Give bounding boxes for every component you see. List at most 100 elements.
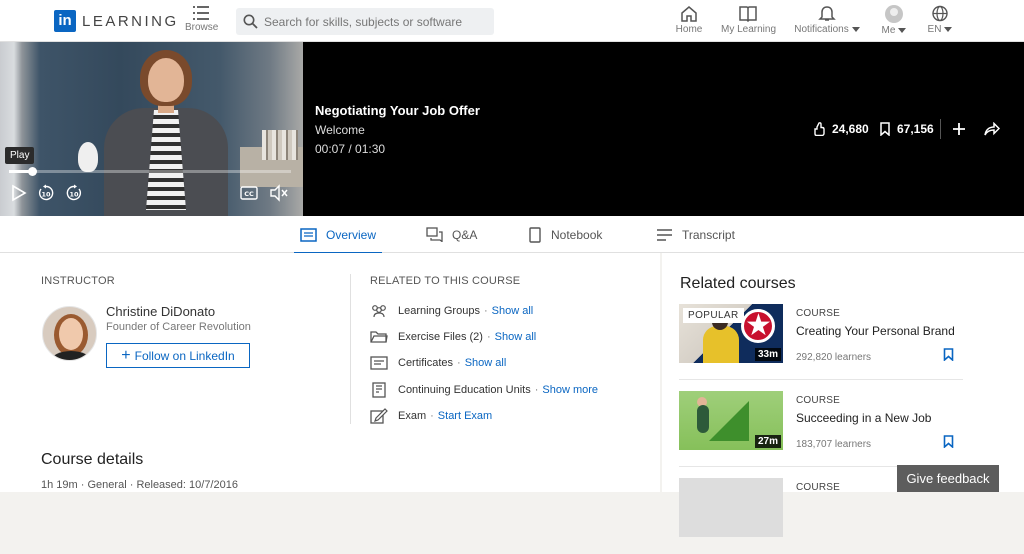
course-title: Negotiating Your Job Offer (315, 103, 480, 118)
video-frame[interactable]: Play 10 10 CC (0, 42, 303, 216)
clap-icon (814, 122, 825, 136)
course-type-label: COURSE (796, 482, 840, 493)
related-course-card[interactable]: ★ POPULAR 33m COURSE Creating Your Perso… (679, 304, 963, 380)
course-duration-badge: 27m (754, 435, 781, 448)
home-icon (681, 6, 697, 22)
column-divider (350, 274, 351, 424)
course-meta: 1h 19m · General · Released: 10/7/2016 (41, 479, 238, 491)
tab-overview-label: Overview (326, 227, 377, 242)
bookmark-icon[interactable] (943, 435, 954, 448)
instructor-avatar[interactable] (42, 306, 97, 361)
course-thumbnail[interactable]: ★ POPULAR 33m (679, 304, 783, 363)
like-button[interactable]: 24,680 (812, 122, 869, 136)
save-button[interactable]: 67,156 (879, 122, 934, 136)
add-icon[interactable] (952, 122, 966, 136)
tab-qa[interactable]: Q&A (426, 216, 477, 253)
chevron-down-icon (851, 26, 860, 32)
course-title-link[interactable]: Creating Your Personal Brand (796, 324, 955, 338)
pencil-icon (370, 408, 388, 424)
browse-button[interactable]: Browse (185, 6, 219, 33)
globe-icon (932, 5, 948, 22)
tab-transcript[interactable]: Transcript (656, 216, 735, 253)
bookmark-icon (880, 122, 890, 136)
folder-icon (370, 331, 388, 343)
divider (940, 119, 941, 139)
book-icon (739, 6, 757, 22)
related-row-label: Learning Groups (398, 305, 480, 317)
course-title-link[interactable]: Succeeding in a New Job (796, 411, 931, 425)
ceu-show-more-link[interactable]: Show more (542, 384, 598, 396)
learning-groups-show-all-link[interactable]: Show all (492, 305, 534, 317)
related-row-label: Exercise Files (2) (398, 331, 483, 343)
thumb-runner (697, 405, 709, 433)
course-thumbnail[interactable]: 27m (679, 391, 783, 450)
progress-scrubber[interactable] (28, 167, 38, 176)
certificates-show-all-link[interactable]: Show all (465, 357, 507, 369)
card-divider (679, 379, 963, 380)
svg-text:10: 10 (69, 191, 79, 199)
related-row-ceu: Continuing Education Units · Show more (370, 382, 598, 398)
nav-me[interactable]: Me (880, 5, 908, 36)
follow-on-linkedin-button[interactable]: + Follow on LinkedIn (106, 343, 250, 368)
give-feedback-button[interactable]: Give feedback (897, 465, 999, 492)
mute-icon[interactable] (269, 184, 289, 202)
video-player-band: Play 10 10 CC Negotiating Your Job Offer… (0, 42, 1024, 216)
nav-my-learning[interactable]: My Learning (721, 5, 777, 35)
dot-separator: · (80, 479, 88, 491)
dot-separator: · (486, 331, 491, 343)
video-chapter: Welcome (315, 123, 365, 137)
video-time: 00:07 / 01:30 (315, 142, 386, 156)
course-tabs: Overview Q&A Notebook Transcript (0, 216, 1024, 254)
dot-separator: · (483, 305, 488, 317)
nav-home[interactable]: Home (675, 5, 703, 35)
avatar-face (59, 318, 83, 350)
transcript-icon (657, 228, 672, 241)
video-vase (78, 142, 98, 172)
search-input[interactable] (264, 12, 484, 31)
instructor-name[interactable]: Christine DiDonato (106, 304, 215, 319)
chevron-down-icon (944, 26, 953, 32)
nav-notifications[interactable]: Notifications (793, 5, 861, 35)
course-thumbnail[interactable] (679, 478, 783, 537)
bookmark-icon[interactable] (943, 348, 954, 361)
related-row-label: Exam (398, 410, 427, 422)
related-row-certificates: Certificates · Show all (370, 356, 506, 370)
related-row-exam: Exam · Start Exam (370, 408, 492, 424)
tab-notebook[interactable]: Notebook (528, 216, 602, 253)
forward-10-icon[interactable]: 10 (65, 184, 83, 202)
search-box[interactable] (236, 8, 494, 35)
follow-label: Follow on LinkedIn (134, 348, 235, 363)
related-course-card[interactable]: 27m COURSE Succeeding in a New Job 183,7… (679, 391, 963, 467)
avatar-body (51, 351, 91, 360)
course-level: General (87, 479, 127, 491)
exercise-files-show-all-link[interactable]: Show all (495, 331, 537, 343)
tab-overview[interactable]: Overview (293, 216, 383, 254)
related-row-exercise-files: Exercise Files (2) · Show all (370, 330, 536, 344)
related-row-label: Continuing Education Units (398, 384, 531, 396)
related-row-learning-groups: Learning Groups · Show all (370, 304, 533, 318)
related-courses-heading: Related courses (680, 275, 796, 292)
play-icon[interactable] (10, 184, 28, 202)
instructor-role: Founder of Career Revolution (106, 321, 251, 333)
share-icon[interactable] (984, 122, 1000, 136)
menu-grid-icon (193, 6, 209, 20)
related-heading: RELATED TO THIS COURSE (370, 275, 521, 287)
tab-transcript-label: Transcript (682, 227, 735, 242)
nav-language[interactable]: EN (926, 5, 954, 35)
nav-language-label: EN (927, 24, 942, 35)
dot-separator: · (457, 357, 461, 369)
captions-icon[interactable]: CC (240, 184, 258, 202)
video-progress-bar[interactable] (9, 167, 291, 176)
linkedin-learning-logo[interactable]: in LEARNING (54, 10, 179, 32)
related-courses-panel: Related courses ★ POPULAR 33m COURSE Cre… (662, 253, 1024, 537)
top-navigation: in LEARNING Browse Home My Learning Noti… (0, 0, 1024, 42)
svg-text:10: 10 (41, 191, 51, 199)
browse-label: Browse (185, 22, 219, 33)
thumb-arrow (709, 401, 749, 441)
nav-my-learning-label: My Learning (721, 24, 777, 35)
group-icon (372, 305, 386, 318)
start-exam-link[interactable]: Start Exam (438, 410, 492, 422)
rewind-10-icon[interactable]: 10 (37, 184, 55, 202)
certificate-icon (370, 356, 388, 370)
presenter-face (148, 58, 184, 102)
